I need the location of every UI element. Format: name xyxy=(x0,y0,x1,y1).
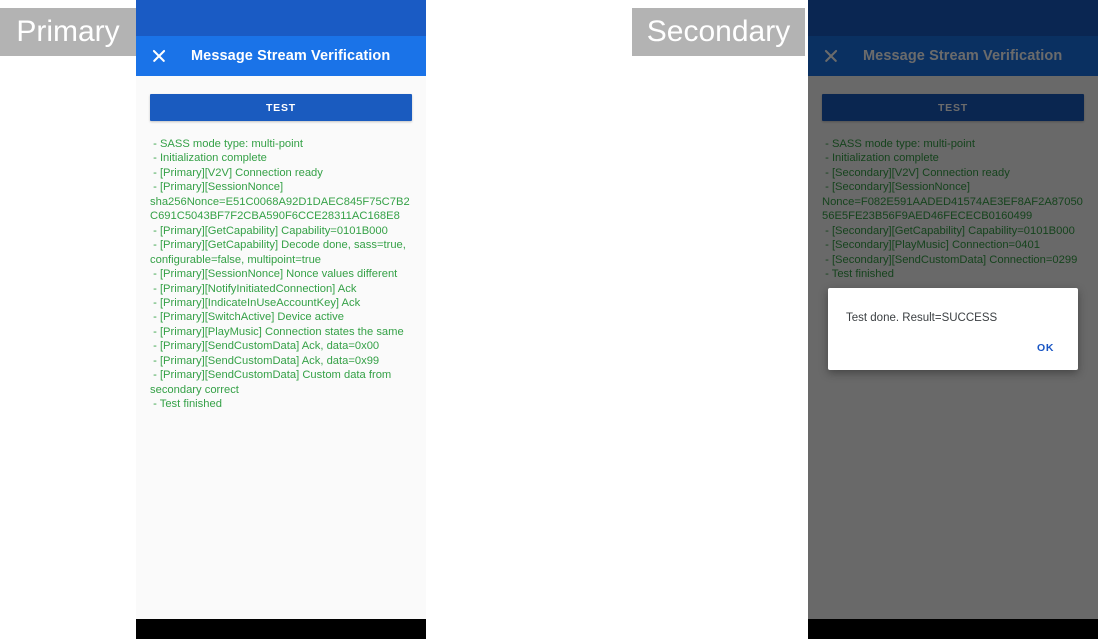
annotation-label-primary: Primary xyxy=(0,8,136,56)
navigation-bar-secondary xyxy=(808,619,1098,639)
test-button[interactable]: TEST xyxy=(150,94,412,121)
log-line: - [Primary][SessionNonce] Nonce values d… xyxy=(150,268,398,281)
annotation-label-secondary: Secondary xyxy=(632,8,805,56)
app-bar-primary: Message Stream Verification xyxy=(136,36,426,76)
log-line: - [Primary][GetCapability] Capability=01… xyxy=(150,224,388,237)
log-line: - [Primary][SendCustomData] Ack, data=0x… xyxy=(150,354,380,367)
result-dialog: Test done. Result=SUCCESS OK xyxy=(828,288,1078,370)
navigation-bar-primary xyxy=(136,619,426,639)
log-line: - Test finished xyxy=(150,398,222,411)
app-bar-title: Message Stream Verification xyxy=(191,48,391,64)
log-line: - [Primary][SendCustomData] Ack, data=0x… xyxy=(150,340,380,353)
close-icon[interactable] xyxy=(150,47,168,65)
log-line: - [Primary][V2V] Connection ready xyxy=(150,166,323,179)
log-line: - Initialization complete xyxy=(150,152,267,165)
log-output-primary: - SASS mode type: multi-point - Initiali… xyxy=(150,137,412,412)
log-line: - [Primary][NotifyInitiatedConnection] A… xyxy=(150,282,357,295)
log-line: - [Primary][SessionNonce] sha256Nonce=E5… xyxy=(150,181,410,223)
log-line: - [Primary][SwitchActive] Device active xyxy=(150,311,344,324)
log-line: - [Primary][PlayMusic] Connection states… xyxy=(150,325,404,338)
dialog-ok-button[interactable]: OK xyxy=(1033,340,1058,356)
content-area-primary: TEST - SASS mode type: multi-point - Ini… xyxy=(136,76,426,639)
log-line: - [Primary][GetCapability] Decode done, … xyxy=(150,239,409,266)
dialog-message: Test done. Result=SUCCESS xyxy=(846,312,998,324)
log-line: - [Primary][SendCustomData] Custom data … xyxy=(150,369,395,396)
log-line: - SASS mode type: multi-point xyxy=(150,138,303,150)
phone-screen-secondary: Message Stream Verification TEST - SASS … xyxy=(808,0,1098,639)
log-line: - [Primary][IndicateInUseAccountKey] Ack xyxy=(150,296,361,309)
dialog-actions: OK xyxy=(846,326,1060,364)
phone-screen-primary: Message Stream Verification TEST - SASS … xyxy=(136,0,426,639)
status-bar-primary xyxy=(136,0,426,36)
